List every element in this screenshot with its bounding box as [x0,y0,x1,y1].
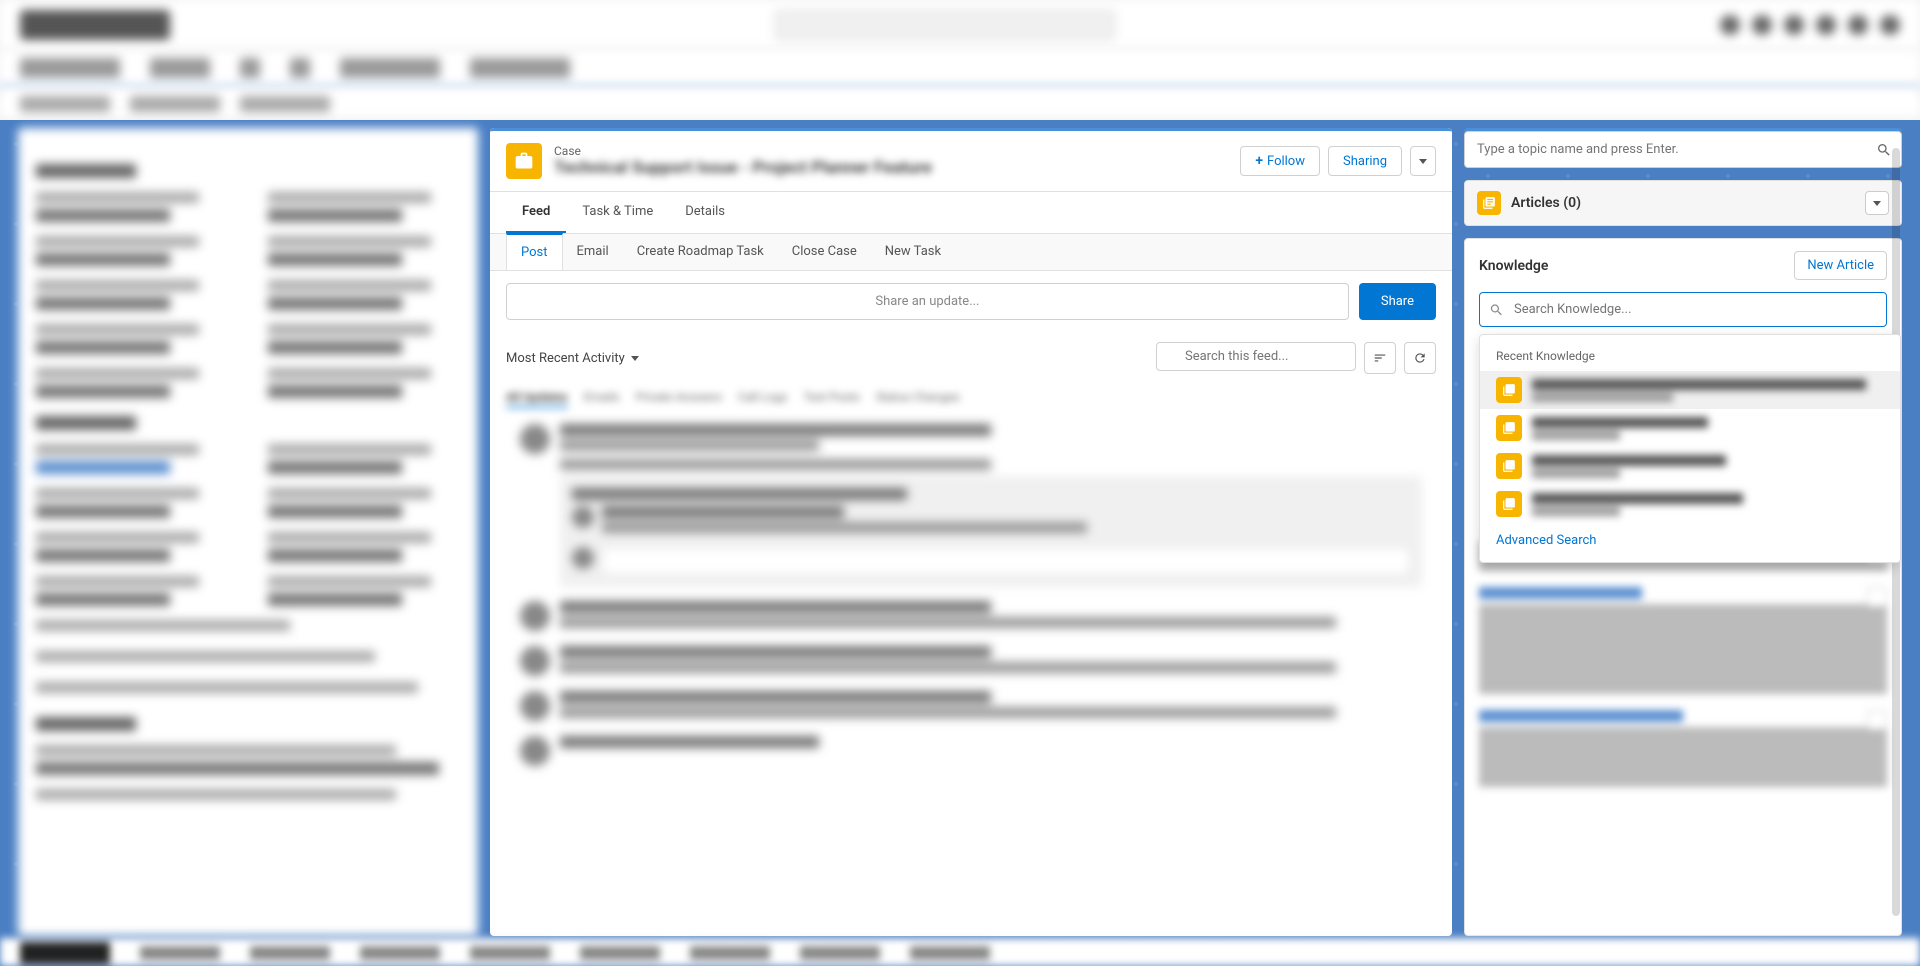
advanced-search-link[interactable]: Advanced Search [1480,523,1900,552]
qa-email[interactable]: Email [563,234,623,270]
follow-label: Follow [1267,154,1305,169]
chevron-down-icon [631,356,639,361]
case-main-panel: Case Technical Support Issue - Project P… [490,128,1452,936]
chevron-down-icon [1873,201,1881,206]
search-feed-input[interactable] [1156,342,1356,371]
case-title: Technical Support Issue - Project Planne… [554,158,1240,178]
knowledge-result-item[interactable] [1480,371,1900,409]
feed-body [490,414,1452,936]
feed-refresh-button[interactable] [1404,342,1436,374]
feed-filter-button[interactable] [1364,342,1396,374]
article-icon [1496,453,1522,479]
details-sidebar [18,128,478,936]
article-icon [1496,491,1522,517]
workspace-tabs [0,88,1920,120]
feed-controls: Most Recent Activity [490,332,1452,384]
articles-dropdown[interactable] [1865,191,1889,215]
tab-task-time[interactable]: Task & Time [566,192,669,233]
knowledge-result-item[interactable] [1480,447,1900,485]
compose-input[interactable]: Share an update... [506,283,1349,320]
articles-header: Articles (0) [1464,180,1902,226]
right-sidebar: Articles (0) Knowledge New Article Recen… [1464,128,1902,936]
tab-feed[interactable]: Feed [506,192,566,233]
filter-icon [1373,351,1387,365]
compose-row: Share an update... Share [490,271,1452,332]
tab-details[interactable]: Details [669,192,741,233]
recent-knowledge-label: Recent Knowledge [1480,345,1900,371]
feed-filter-pills: All UpdatesEmailsPrivate AnswersCall Log… [490,384,1452,414]
sharing-button[interactable]: Sharing [1328,146,1402,176]
app-nav [0,50,1920,88]
new-article-button[interactable]: New Article [1794,251,1887,280]
qa-create-roadmap[interactable]: Create Roadmap Task [623,234,778,270]
knowledge-result-item[interactable] [1480,485,1900,523]
knowledge-result-item[interactable] [1480,409,1900,447]
topic-input-wrap [1464,128,1902,168]
articles-title: Articles (0) [1511,195,1865,211]
case-label: Case [554,144,1240,158]
knowledge-search-input[interactable] [1479,292,1887,327]
article-icon [1496,415,1522,441]
article-icon [1496,377,1522,403]
record-tabs: Feed Task & Time Details [490,192,1452,234]
chevron-down-icon [1419,159,1427,164]
search-icon [1876,142,1892,158]
knowledge-title: Knowledge [1479,258,1548,274]
case-icon [506,143,542,179]
knowledge-panel: Knowledge New Article Recent Knowledge [1464,238,1902,936]
qa-post[interactable]: Post [506,233,563,270]
knowledge-search-dropdown: Recent Knowledge Advanced Search [1479,334,1901,563]
search-icon [1489,302,1504,317]
topic-input[interactable] [1464,131,1902,168]
more-actions-dropdown[interactable] [1410,146,1436,176]
knowledge-suggestions [1465,527,1901,817]
share-button[interactable]: Share [1359,283,1436,320]
global-header [0,0,1920,50]
qa-new-task[interactable]: New Task [871,234,955,270]
quick-actions-bar: Post Email Create Roadmap Task Close Cas… [490,234,1452,271]
articles-icon [1477,191,1501,215]
refresh-icon [1413,351,1427,365]
utility-bar [0,938,1920,966]
feed-sort-label: Most Recent Activity [506,351,625,366]
qa-close-case[interactable]: Close Case [778,234,871,270]
plus-icon: + [1255,153,1263,169]
case-header: Case Technical Support Issue - Project P… [490,128,1452,192]
feed-sort[interactable]: Most Recent Activity [506,351,639,366]
follow-button[interactable]: + Follow [1240,146,1320,176]
